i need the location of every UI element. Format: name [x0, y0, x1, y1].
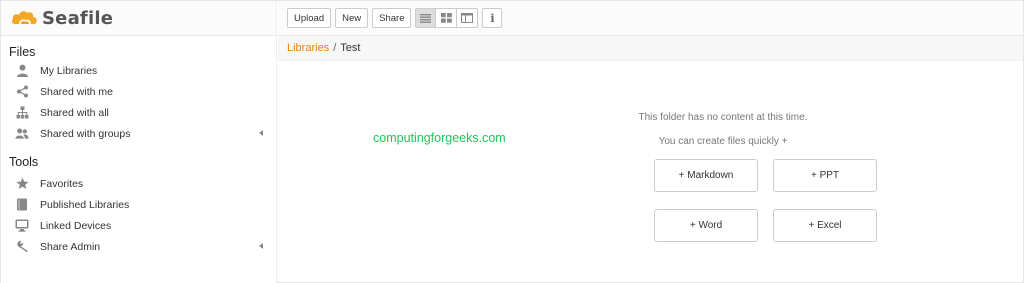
sidebar-item-label: Published Libraries [40, 198, 130, 211]
tools-nav: Favorites Published Libraries Linked Dev… [1, 173, 276, 257]
view-mode-group [415, 8, 479, 28]
upload-button[interactable]: Upload [287, 8, 332, 28]
sidebar-item-shared-with-all[interactable]: Shared with all [1, 102, 276, 123]
info-button[interactable]: i [482, 8, 503, 28]
files-nav: My Libraries Shared with me Shared with … [1, 60, 276, 144]
create-markdown-button[interactable]: + Markdown [654, 159, 758, 192]
create-excel-button[interactable]: + Excel [773, 209, 877, 242]
monitor-icon [15, 219, 29, 233]
breadcrumb-libraries-link[interactable]: Libraries [287, 42, 329, 54]
sidebar-item-label: Shared with groups [40, 127, 131, 140]
sidebar-item-label: Shared with all [40, 106, 109, 119]
sidebar-item-label: My Libraries [40, 64, 98, 77]
user-icon [15, 64, 29, 78]
share-button[interactable]: Share [372, 8, 412, 28]
app-window: Seafile Files My Libraries Shared with m… [0, 0, 1024, 283]
sidebar-item-label: Linked Devices [40, 219, 112, 232]
list-view-icon[interactable] [415, 8, 437, 28]
watermark-text: computingforgeeks.com [373, 131, 506, 145]
sidebar-item-linked-devices[interactable]: Linked Devices [1, 215, 276, 236]
star-icon [15, 177, 29, 191]
app-name: Seafile [42, 7, 114, 29]
sidebar-item-label: Share Admin [40, 240, 101, 253]
sidebar-item-label: Favorites [40, 177, 84, 190]
sidebar-item-favorites[interactable]: Favorites [1, 173, 276, 194]
sidebar-item-label: Shared with me [40, 85, 113, 98]
seafile-logo-icon[interactable] [11, 8, 39, 28]
book-icon [15, 198, 29, 212]
tools-section-title: Tools [9, 155, 39, 169]
empty-state-subtitle: You can create files quickly + [658, 136, 788, 147]
caret-left-icon[interactable] [259, 130, 263, 136]
main-panel: Upload New Share i Libraries / Test comp… [278, 1, 1023, 283]
new-button[interactable]: New [335, 8, 369, 28]
create-word-button[interactable]: + Word [654, 209, 758, 242]
sidebar-item-share-admin[interactable]: Share Admin [1, 236, 276, 257]
breadcrumb: Libraries / Test [278, 36, 1023, 61]
group-icon [15, 127, 29, 141]
breadcrumb-separator: / [333, 42, 337, 54]
empty-state-title: This folder has no content at this time. [638, 112, 808, 123]
toolbar: Upload New Share i [278, 1, 1023, 36]
sidebar-item-shared-with-me[interactable]: Shared with me [1, 81, 276, 102]
sidebar: Seafile Files My Libraries Shared with m… [1, 1, 277, 283]
sidebar-item-shared-with-groups[interactable]: Shared with groups [1, 123, 276, 144]
share-icon [15, 85, 29, 99]
column-view-icon[interactable] [457, 8, 479, 28]
grid-view-icon[interactable] [436, 8, 458, 28]
sidebar-item-my-libraries[interactable]: My Libraries [1, 60, 276, 81]
sitemap-icon [15, 106, 29, 120]
create-ppt-button[interactable]: + PPT [773, 159, 877, 192]
wrench-icon [15, 240, 29, 254]
logo-bar: Seafile [1, 1, 276, 36]
files-section-title: Files [9, 45, 36, 59]
sidebar-item-published-libraries[interactable]: Published Libraries [1, 194, 276, 215]
caret-left-icon[interactable] [259, 243, 263, 249]
breadcrumb-current: Test [340, 42, 361, 54]
